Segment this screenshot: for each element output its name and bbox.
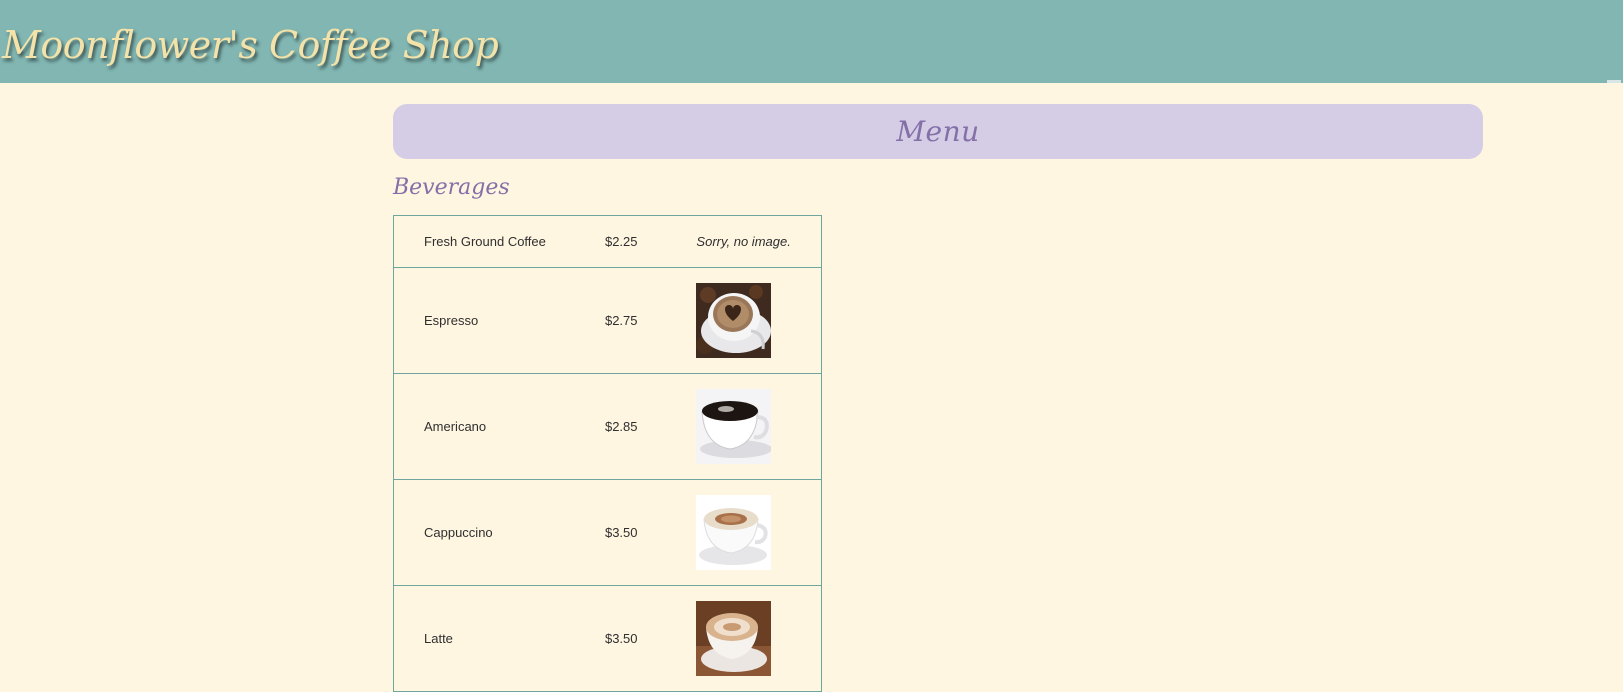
cappuccino-cup-image <box>696 495 772 570</box>
americano-cup-image <box>696 389 772 464</box>
table-row: Cappuccino $3.50 <box>393 479 822 586</box>
site-header: Moonflower's Coffee Shop <box>0 0 1623 83</box>
item-price: $3.50 <box>604 585 697 692</box>
no-image-note: Sorry, no image. <box>696 234 791 249</box>
section-heading: Beverages <box>393 175 510 200</box>
corner-mark <box>1607 80 1621 83</box>
table-row: Espresso $2.75 <box>393 267 822 374</box>
latte-cup-image <box>696 601 772 676</box>
americano-cup-icon <box>696 389 772 464</box>
item-name: Latte <box>393 585 605 692</box>
espresso-cup-icon <box>696 283 772 358</box>
espresso-cup-image <box>696 283 772 358</box>
item-price: $2.85 <box>604 373 697 480</box>
item-name: Cappuccino <box>393 479 605 586</box>
beverages-table: Fresh Ground Coffee $2.25 Sorry, no imag… <box>393 215 822 692</box>
item-name: Espresso <box>393 267 605 374</box>
menu-banner: Menu <box>393 104 1483 159</box>
site-title[interactable]: Moonflower's Coffee Shop <box>2 22 499 68</box>
item-name: Americano <box>393 373 605 480</box>
latte-cup-icon <box>696 601 772 676</box>
item-price: $2.25 <box>604 234 638 249</box>
item-price: $3.50 <box>604 479 697 586</box>
table-row: Americano $2.85 <box>393 373 822 480</box>
cappuccino-cup-icon <box>696 495 772 570</box>
item-name: Fresh Ground Coffee <box>424 234 546 249</box>
menu-title: Menu <box>896 115 980 148</box>
table-row: Fresh Ground Coffee $2.25 Sorry, no imag… <box>394 216 822 268</box>
table-row: Latte $3.50 <box>393 585 822 692</box>
item-price: $2.75 <box>604 267 697 374</box>
